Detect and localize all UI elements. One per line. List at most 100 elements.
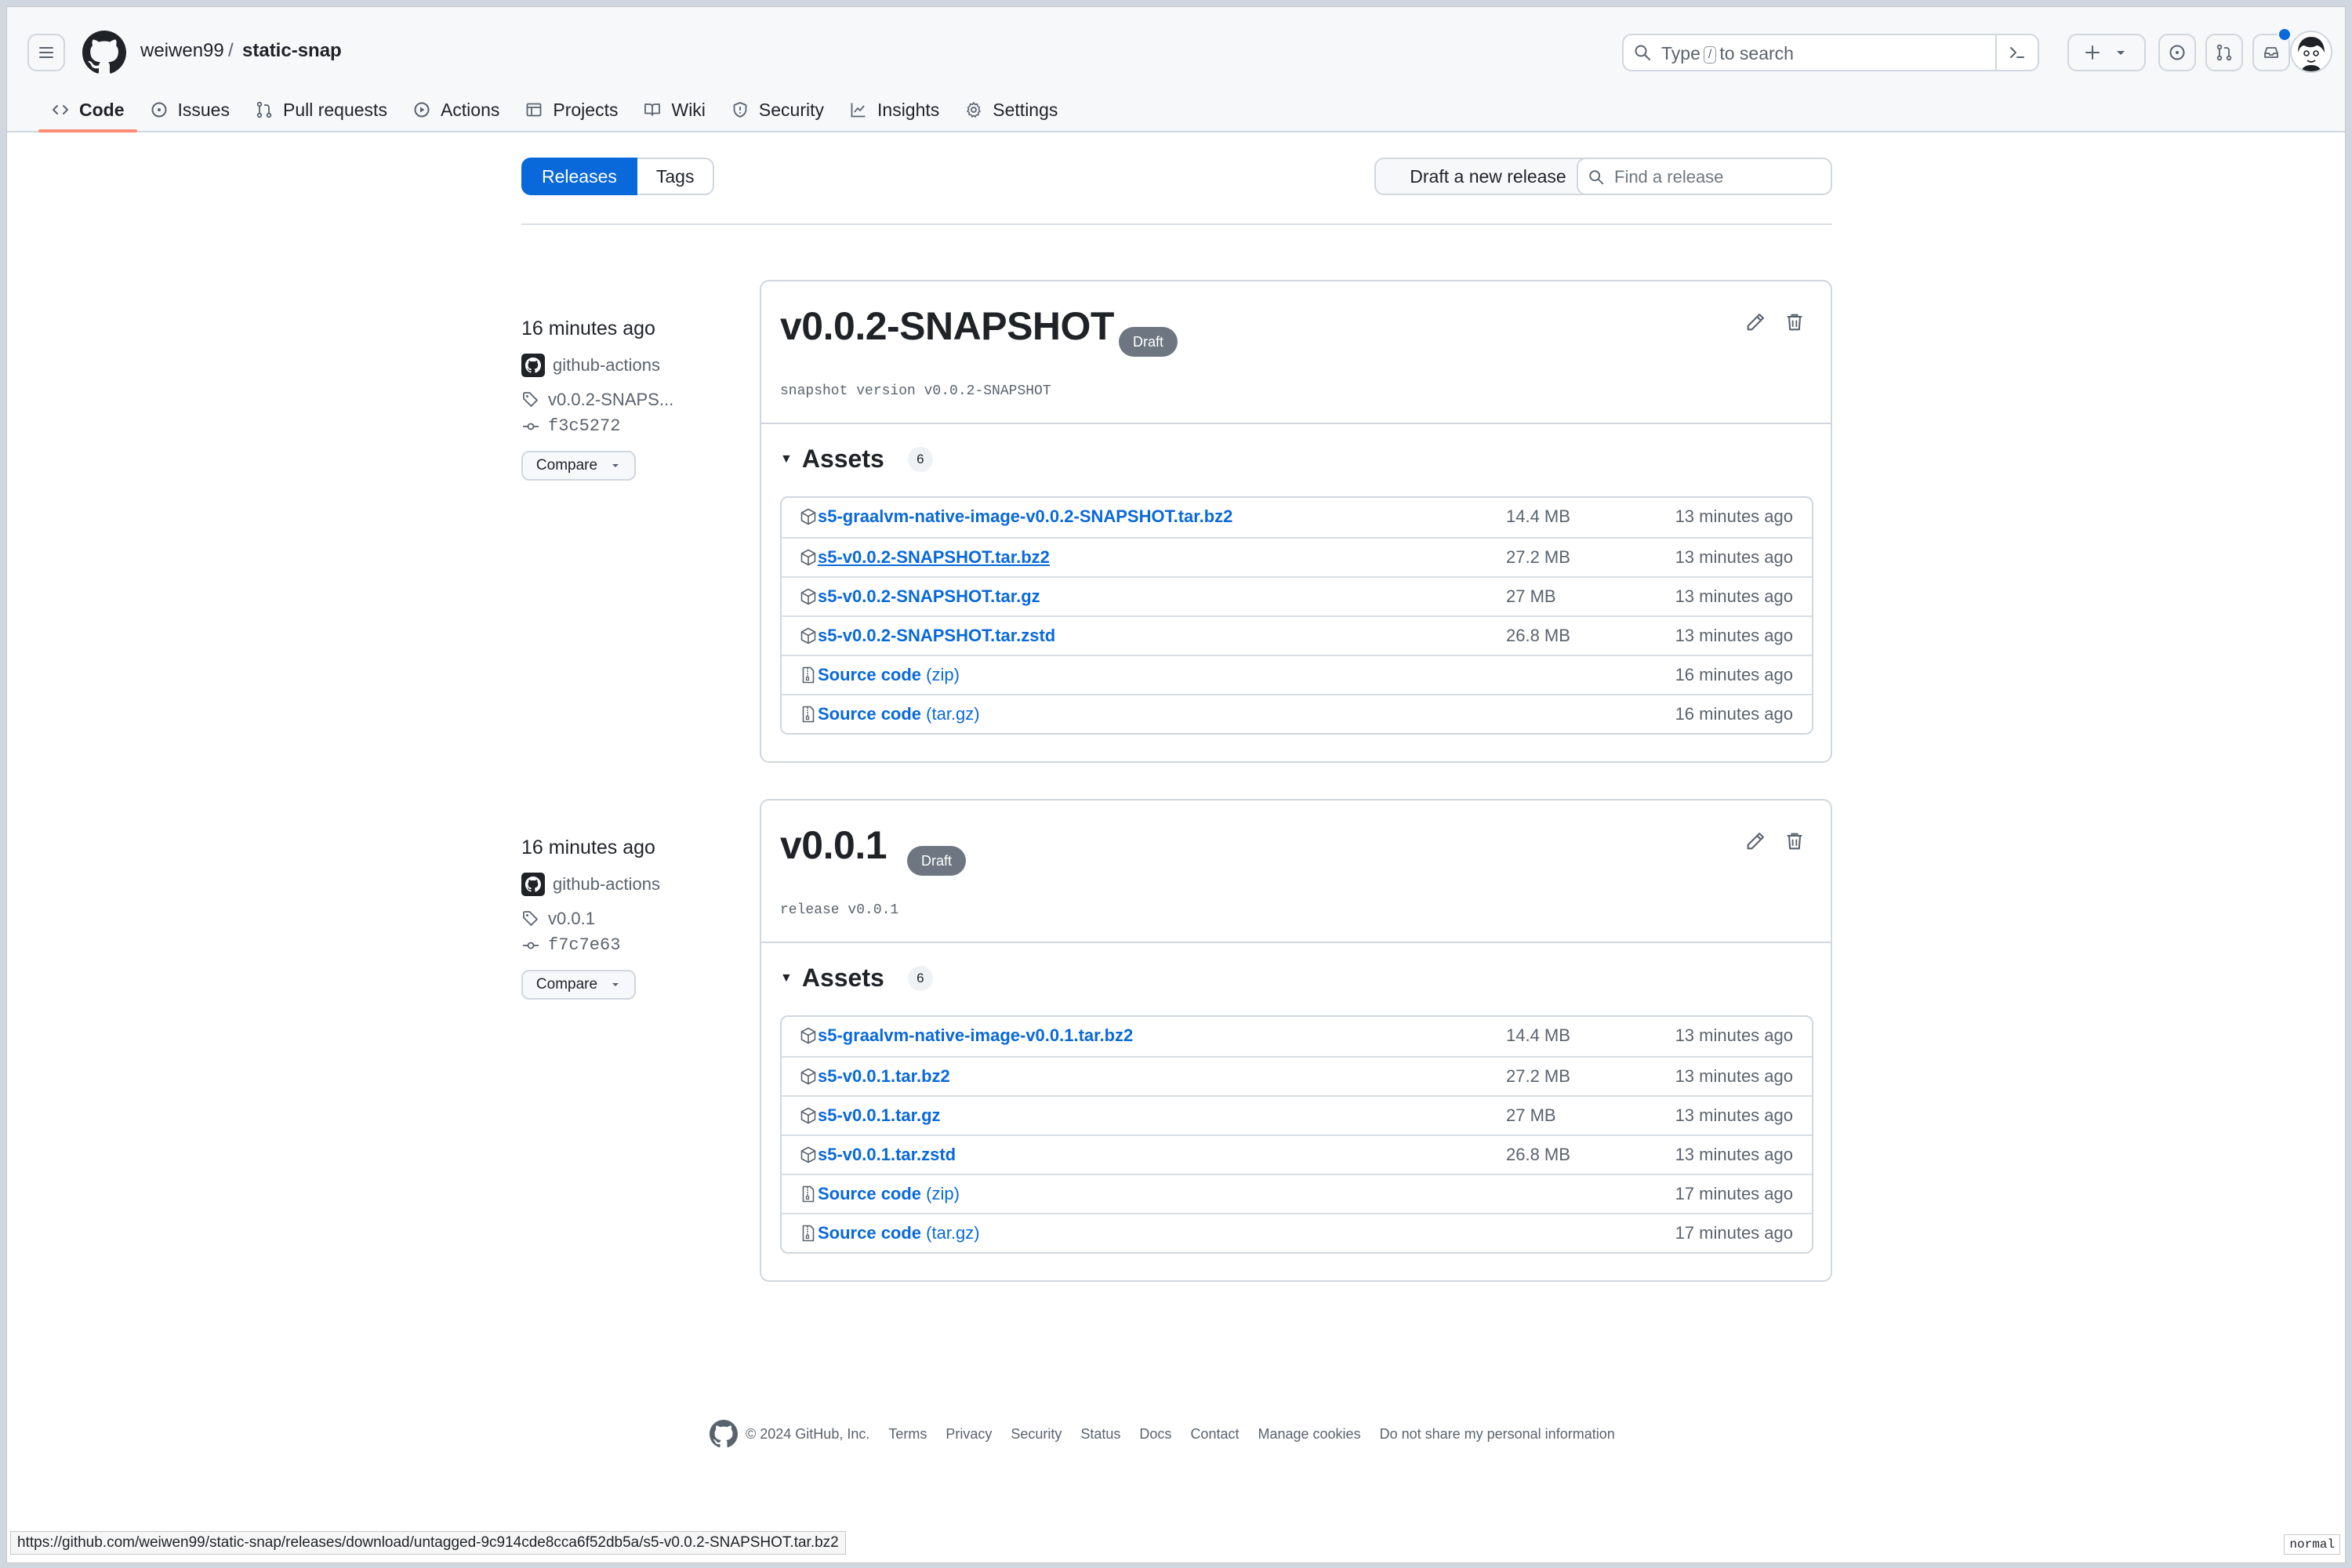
author-name: github-actions [553, 355, 660, 375]
release-card: v0.0.2-SNAPSHOT Draft snapshot version v… [760, 280, 1832, 763]
footer-link-terms[interactable]: Terms [888, 1426, 927, 1443]
issue-icon [151, 102, 166, 118]
footer-link-status[interactable]: Status [1080, 1426, 1120, 1443]
asset-link[interactable]: Source code (tar.gz) [818, 1223, 980, 1243]
tab-security[interactable]: Security [718, 92, 837, 128]
code-icon [53, 105, 68, 114]
tab-issues[interactable]: Issues [137, 92, 242, 128]
trash-icon[interactable] [1784, 311, 1806, 333]
menu-button[interactable] [27, 34, 65, 71]
compare-button[interactable]: Compare [521, 970, 636, 1000]
tag-icon [523, 911, 538, 926]
footer-link-manage-cookies[interactable]: Manage cookies [1258, 1426, 1360, 1443]
file-zip-icon [802, 1185, 815, 1203]
pull-requests-button[interactable] [2205, 34, 2243, 71]
breadcrumb-separator: / [228, 40, 234, 61]
asset-size: 27 MB [1506, 1105, 1556, 1125]
tab-projects[interactable]: Projects [512, 92, 630, 128]
caret-down-icon [612, 464, 619, 467]
user-avatar[interactable] [2290, 31, 2332, 73]
pull-request-icon [256, 101, 272, 118]
release-commit[interactable]: f7c7e63 [521, 935, 620, 955]
footer-link-do-not-share[interactable]: Do not share my personal information [1380, 1426, 1615, 1443]
assets-toggle[interactable]: ▼ Assets 6 [780, 964, 933, 993]
plus-icon [2085, 45, 2100, 60]
tab-label: Projects [553, 99, 619, 120]
tab-label: Security [758, 99, 825, 120]
asset-time: 16 minutes ago [1675, 704, 1793, 724]
draft-new-release-button[interactable]: Draft a new release [1374, 158, 1602, 195]
asset-link[interactable]: s5-v0.0.1.tar.bz2 [818, 1066, 950, 1087]
commit-sha: f7c7e63 [548, 935, 621, 955]
tab-label: Issues [177, 99, 230, 120]
git-commit-icon [523, 942, 539, 949]
play-icon [414, 102, 430, 118]
package-icon [800, 627, 816, 644]
find-release-input[interactable] [1613, 162, 1828, 192]
asset-link[interactable]: s5-graalvm-native-image-v0.0.2-SNAPSHOT.… [818, 506, 1232, 527]
asset-link[interactable]: Source code (zip) [818, 665, 960, 685]
asset-row: s5-graalvm-native-image-v0.0.1.tar.bz2 1… [782, 1017, 1812, 1056]
tab-settings[interactable]: Settings [952, 92, 1070, 128]
notification-indicator [2278, 27, 2292, 42]
asset-link[interactable]: Source code (zip) [818, 1184, 960, 1204]
asset-time: 13 minutes ago [1675, 1145, 1793, 1164]
find-release-field [1577, 158, 1832, 195]
asset-row: Source code (zip) 17 minutes ago [782, 1174, 1812, 1213]
asset-link[interactable]: s5-v0.0.2-SNAPSHOT.tar.gz [818, 586, 1040, 607]
command-palette-button[interactable] [1995, 34, 2038, 71]
asset-link[interactable]: s5-v0.0.1.tar.gz [818, 1105, 941, 1126]
assets-toggle[interactable]: ▼ Assets 6 [780, 445, 933, 474]
footer-link-privacy[interactable]: Privacy [946, 1426, 992, 1443]
trash-icon[interactable] [1784, 830, 1806, 852]
tab-label: Pull requests [282, 99, 387, 120]
tab-pull-requests[interactable]: Pull requests [242, 92, 400, 128]
release-tag[interactable]: v0.0.1 [521, 909, 595, 929]
package-icon [800, 588, 816, 605]
global-search-input[interactable]: Type / to search [1622, 34, 2039, 71]
file-zip-icon [802, 1225, 815, 1242]
pencil-icon[interactable] [1744, 830, 1766, 852]
divider [761, 942, 1831, 943]
tags-tab[interactable]: Tags [637, 158, 715, 195]
tab-actions[interactable]: Actions [400, 92, 512, 128]
tab-code[interactable]: Code [38, 92, 137, 132]
release-title[interactable]: v0.0.2-SNAPSHOT [780, 303, 1114, 349]
footer-link-security[interactable]: Security [1011, 1426, 1062, 1443]
compare-button[interactable]: Compare [521, 451, 636, 481]
create-new-button[interactable] [2067, 34, 2146, 71]
file-zip-icon [802, 706, 815, 723]
asset-time: 17 minutes ago [1675, 1184, 1793, 1203]
asset-link[interactable]: s5-graalvm-native-image-v0.0.1.tar.bz2 [818, 1025, 1133, 1046]
release-author[interactable]: github-actions [521, 873, 660, 896]
issues-button[interactable] [2158, 34, 2196, 71]
asset-time: 13 minutes ago [1675, 547, 1793, 567]
footer-link-contact[interactable]: Contact [1190, 1426, 1239, 1443]
release-title[interactable]: v0.0.1 [780, 822, 887, 868]
pencil-icon[interactable] [1744, 311, 1766, 333]
asset-time: 13 minutes ago [1675, 506, 1793, 526]
asset-link[interactable]: Source code (tar.gz) [818, 704, 980, 724]
asset-link[interactable]: s5-v0.0.2-SNAPSHOT.tar.zstd [818, 626, 1055, 646]
tab-label: Code [79, 99, 125, 120]
release-commit[interactable]: f3c5272 [521, 416, 620, 436]
github-logo-icon[interactable] [82, 31, 126, 74]
asset-time: 16 minutes ago [1675, 665, 1793, 684]
footer-link-docs[interactable]: Docs [1139, 1426, 1171, 1443]
asset-link[interactable]: s5-v0.0.1.tar.zstd [818, 1145, 956, 1165]
asset-time: 13 minutes ago [1675, 1105, 1793, 1125]
search-icon [1589, 170, 1604, 185]
asset-size: 27 MB [1506, 586, 1556, 606]
disclosure-triangle-icon: ▼ [780, 452, 793, 466]
tab-insights[interactable]: Insights [837, 92, 952, 128]
asset-time: 13 minutes ago [1675, 1066, 1793, 1086]
repo-name-link[interactable]: static-snap [242, 40, 342, 62]
github-mark-icon[interactable] [710, 1420, 738, 1448]
release-author[interactable]: github-actions [521, 354, 660, 377]
repo-owner-link[interactable]: weiwen99 [140, 40, 224, 62]
github-actions-avatar-icon [521, 873, 545, 896]
asset-link[interactable]: s5-v0.0.2-SNAPSHOT.tar.bz2 [818, 547, 1050, 568]
tab-wiki[interactable]: Wiki [630, 92, 717, 128]
releases-tab[interactable]: Releases [521, 158, 637, 195]
release-tag[interactable]: v0.0.2-SNAPS... [521, 390, 673, 410]
